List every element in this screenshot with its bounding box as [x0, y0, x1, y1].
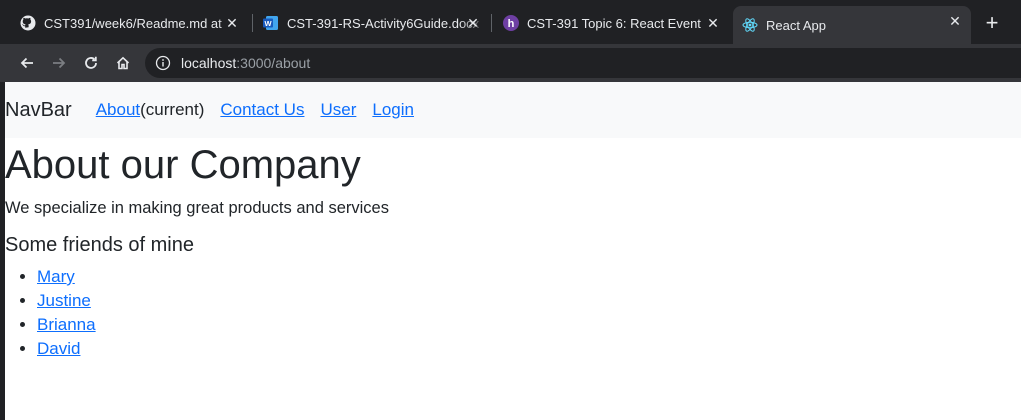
halo-icon: h — [503, 15, 519, 31]
tab-divider — [491, 14, 492, 32]
list-item: David — [37, 337, 1021, 361]
list-item: Justine — [37, 289, 1021, 313]
url-path: :3000/about — [236, 55, 311, 71]
forward-button[interactable] — [46, 50, 72, 76]
svg-text:W: W — [264, 19, 272, 28]
nav-item-about: About (current) — [96, 100, 205, 120]
arrow-left-icon — [20, 57, 33, 69]
browser-toolbar: localhost:3000/about — [0, 44, 1021, 82]
nav-link-user[interactable]: User — [320, 100, 356, 120]
friends-list: Mary Justine Brianna David — [5, 265, 1021, 361]
home-icon — [116, 56, 130, 70]
info-icon[interactable] — [155, 55, 171, 71]
browser-tab-strip: CST391/week6/Readme.md at ✕ W CST-391-RS… — [0, 0, 1021, 44]
close-icon[interactable]: ✕ — [703, 13, 723, 33]
tab-divider — [252, 14, 253, 32]
svg-text:h: h — [508, 18, 515, 30]
close-icon[interactable]: ✕ — [463, 13, 483, 33]
friend-link-justine[interactable]: Justine — [37, 291, 91, 310]
friend-link-brianna[interactable]: Brianna — [37, 315, 96, 334]
tab-react-event-topic[interactable]: h CST-391 Topic 6: React Event ✕ — [503, 8, 729, 38]
nav-link-about[interactable]: About — [96, 100, 140, 120]
navbar: NavBar About (current) Contact Us User Lo… — [5, 82, 1021, 138]
url-host: localhost — [181, 55, 237, 71]
nav-link-contact[interactable]: Contact Us — [220, 100, 304, 120]
list-item: Mary — [37, 265, 1021, 289]
nav-item-user: User — [320, 100, 356, 120]
nav-link-login[interactable]: Login — [372, 100, 414, 120]
tab-title: React App — [766, 17, 826, 33]
tab-title: CST391/week6/Readme.md at — [44, 15, 222, 31]
word-icon: W — [263, 15, 279, 31]
nav-item-contact: Contact Us — [220, 100, 304, 120]
navbar-brand[interactable]: NavBar — [5, 99, 72, 122]
tab-react-app[interactable]: React App ✕ — [733, 6, 971, 44]
tab-word-activity-guide[interactable]: W CST-391-RS-Activity6Guide.docx ✕ — [263, 8, 489, 38]
back-button[interactable] — [14, 50, 40, 76]
page-title: About our Company — [5, 143, 361, 187]
page-viewport: NavBar About (current) Contact Us User Lo… — [5, 82, 1021, 420]
close-icon[interactable]: ✕ — [222, 13, 242, 33]
react-icon — [742, 17, 758, 33]
tab-title: CST-391 Topic 6: React Event — [527, 15, 701, 31]
friend-link-mary[interactable]: Mary — [37, 267, 75, 286]
new-tab-button[interactable]: + — [978, 10, 1006, 36]
current-marker: (current) — [140, 100, 205, 119]
github-icon — [20, 15, 36, 31]
friends-heading: Some friends of mine — [5, 234, 194, 256]
home-button[interactable] — [110, 50, 136, 76]
close-icon[interactable]: ✕ — [945, 11, 965, 31]
tab-title: CST-391-RS-Activity6Guide.docx — [287, 15, 480, 31]
company-description: We specialize in making great products a… — [5, 199, 389, 217]
nav-item-login: Login — [372, 100, 414, 120]
address-bar[interactable]: localhost:3000/about — [145, 48, 1021, 78]
friend-link-david[interactable]: David — [37, 339, 80, 358]
reload-button[interactable] — [78, 50, 104, 76]
arrow-right-icon — [53, 57, 66, 69]
reload-icon — [85, 56, 97, 69]
list-item: Brianna — [37, 313, 1021, 337]
tab-github-readme[interactable]: CST391/week6/Readme.md at ✕ — [20, 8, 248, 38]
